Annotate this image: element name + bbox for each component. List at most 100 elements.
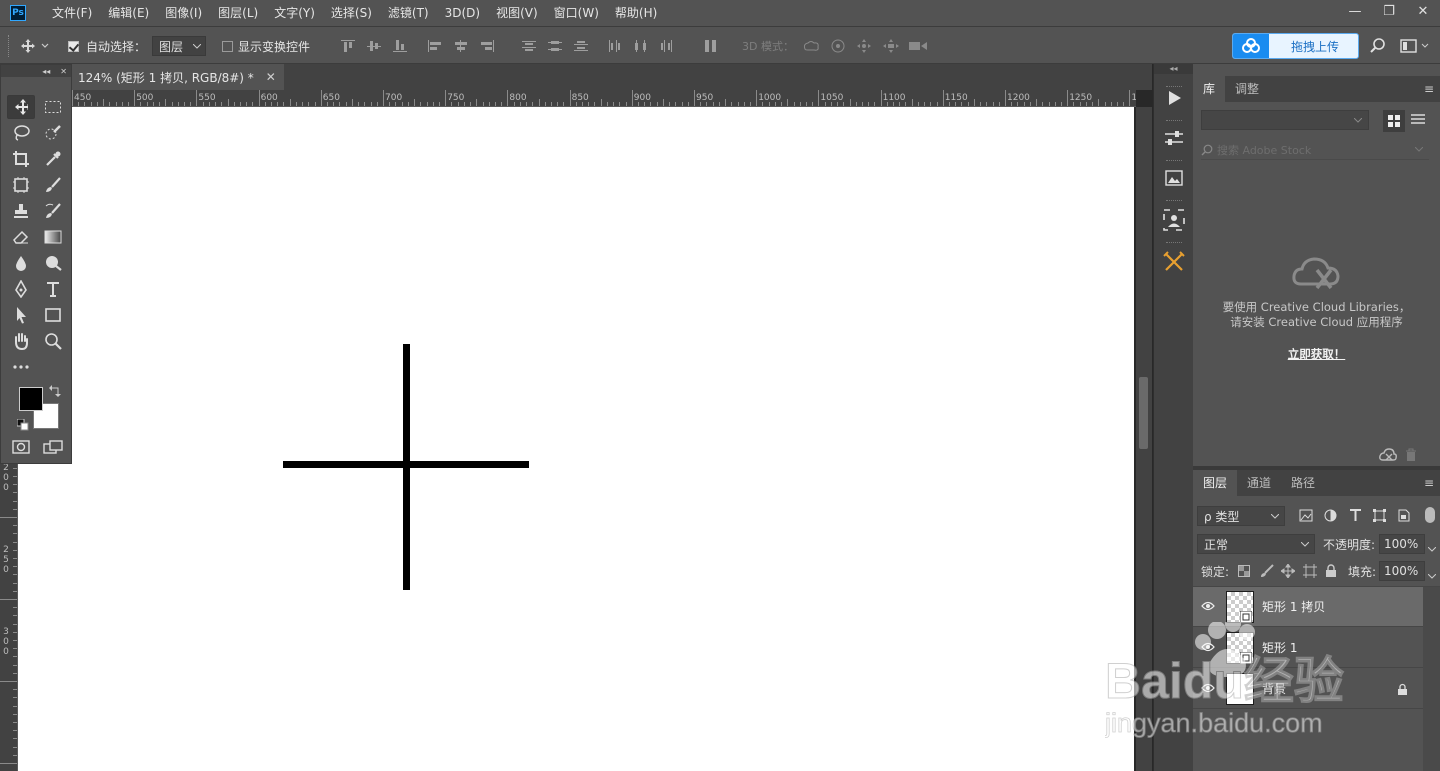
hand-tool[interactable] <box>7 329 35 353</box>
workspace-icon[interactable] <box>1400 37 1430 55</box>
menu-select[interactable]: 选择(S) <box>323 0 380 26</box>
show-transform-checkbox[interactable] <box>222 37 233 55</box>
align-left-icon[interactable] <box>428 40 442 52</box>
move-tool-preset-icon[interactable] <box>20 37 50 55</box>
image-panel-button[interactable] <box>1159 164 1189 192</box>
dock-collapse-icon[interactable]: ◂◂ <box>1154 64 1193 74</box>
dock-grip[interactable] <box>1166 120 1182 122</box>
layers-panel-menu-icon[interactable]: ≡ <box>1424 476 1434 490</box>
list-view-button[interactable] <box>1411 113 1425 130</box>
tab-layers[interactable]: 图层 <box>1193 470 1238 496</box>
drag-upload-button[interactable]: 拖拽上传 <box>1232 33 1359 59</box>
layers-scrollbar[interactable] <box>1423 587 1440 771</box>
filter-shape-layer-icon[interactable] <box>1373 509 1386 525</box>
layer-filter-dropdown[interactable]: ρ 类型 <box>1197 506 1285 526</box>
align-top-icon[interactable] <box>341 40 355 52</box>
dock-grip[interactable] <box>1166 200 1182 202</box>
align-bottom-icon[interactable] <box>393 40 407 52</box>
dock-grip[interactable] <box>1166 160 1182 162</box>
document-tab[interactable]: 124% (矩形 1 拷贝, RGB/8#) * ✕ <box>72 64 284 90</box>
zoom-tool[interactable] <box>39 329 67 353</box>
tab-adjustments[interactable]: 调整 <box>1225 76 1269 102</box>
dock-grip[interactable] <box>1166 242 1182 244</box>
filter-pixel-layer-icon[interactable] <box>1299 509 1313 525</box>
align-vcenter-icon[interactable] <box>367 40 381 52</box>
frame-tool[interactable] <box>7 173 35 197</box>
stock-search-field[interactable]: 搜索 Adobe Stock <box>1201 140 1429 160</box>
pen-tool[interactable] <box>7 277 35 301</box>
visibility-eye-icon[interactable] <box>1201 642 1215 652</box>
lock-image-pixels-icon[interactable] <box>1260 564 1274 581</box>
move-tool[interactable] <box>7 95 35 119</box>
3d-pan-icon[interactable] <box>856 37 872 55</box>
visibility-eye-icon[interactable] <box>1201 683 1215 693</box>
3d-slide-icon[interactable] <box>882 37 900 55</box>
distribute-vcenter-icon[interactable] <box>548 40 562 52</box>
screen-mode-button[interactable] <box>39 435 67 459</box>
opacity-input[interactable]: 100% <box>1379 534 1425 554</box>
default-colors-icon[interactable] <box>16 418 29 434</box>
menu-view[interactable]: 视图(V) <box>488 0 546 26</box>
history-brush-tool[interactable] <box>39 199 67 223</box>
distribute-hcenter-icon[interactable] <box>634 40 648 52</box>
filter-adjustment-layer-icon[interactable] <box>1324 509 1337 525</box>
tools-extension-button[interactable] <box>1159 248 1189 276</box>
auto-align-icon[interactable] <box>704 40 718 52</box>
delete-library-icon[interactable] <box>1405 448 1417 465</box>
menu-type[interactable]: 文字(Y) <box>266 0 323 26</box>
minimize-button[interactable]: — <box>1338 0 1372 22</box>
more-tools-button[interactable] <box>7 355 35 379</box>
library-dropdown[interactable] <box>1201 110 1369 130</box>
3d-roll-icon[interactable] <box>830 37 846 55</box>
distribute-left-icon[interactable] <box>608 40 622 52</box>
menu-file[interactable]: 文件(F) <box>44 0 100 26</box>
properties-panel-button[interactable] <box>1159 124 1189 152</box>
layer-row-rect1[interactable]: 矩形 1 <box>1193 628 1423 668</box>
menu-help[interactable]: 帮助(H) <box>607 0 665 26</box>
align-hcenter-icon[interactable] <box>454 40 468 52</box>
swap-colors-icon[interactable] <box>49 385 61 400</box>
opacity-chevron-icon[interactable] <box>1427 542 1437 556</box>
options-grip[interactable] <box>8 35 14 57</box>
menu-window[interactable]: 窗口(W) <box>546 0 607 26</box>
type-tool[interactable] <box>39 277 67 301</box>
layer-row-background[interactable]: 背景 <box>1193 669 1423 709</box>
close-window-button[interactable]: ✕ <box>1406 0 1440 22</box>
blend-mode-dropdown[interactable]: 正常 <box>1197 534 1315 554</box>
rectangle-1-copy-vertical-bar[interactable] <box>403 344 410 590</box>
tab-channels[interactable]: 通道 <box>1237 470 1281 496</box>
marquee-tool[interactable] <box>39 95 67 119</box>
rectangle-tool[interactable] <box>39 303 67 327</box>
menu-layer[interactable]: 图层(L) <box>210 0 266 26</box>
crop-tool[interactable] <box>7 147 35 171</box>
gradient-tool[interactable] <box>39 225 67 249</box>
scrollbar-thumb[interactable] <box>1139 377 1148 449</box>
canvas-vertical-scrollbar[interactable] <box>1136 107 1152 771</box>
close-panel-icon[interactable]: ✕ <box>60 67 67 76</box>
libraries-panel-button[interactable] <box>1159 206 1189 234</box>
restore-button[interactable]: ❐ <box>1372 0 1406 22</box>
eyedropper-tool[interactable] <box>39 147 67 171</box>
distribute-right-icon[interactable] <box>660 40 674 52</box>
foreground-color-swatch[interactable] <box>19 387 43 411</box>
filter-type-layer-icon[interactable] <box>1349 508 1362 525</box>
distribute-top-icon[interactable] <box>522 40 536 52</box>
grid-view-button[interactable] <box>1383 110 1405 132</box>
eraser-tool[interactable] <box>7 225 35 249</box>
dodge-tool[interactable] <box>39 251 67 275</box>
cloud-sync-status-icon[interactable] <box>1379 448 1397 465</box>
document-canvas[interactable] <box>18 107 1134 771</box>
collapse-icon[interactable]: ◂◂ <box>42 67 50 76</box>
blur-tool[interactable] <box>7 251 35 275</box>
3d-camera-icon[interactable] <box>908 37 928 55</box>
canvas-workspace[interactable] <box>18 107 1136 771</box>
quick-mask-button[interactable] <box>7 435 35 459</box>
path-selection-tool[interactable] <box>7 303 35 327</box>
filter-smart-object-icon[interactable] <box>1398 509 1410 525</box>
stamp-tool[interactable] <box>7 199 35 223</box>
quick-selection-tool[interactable] <box>39 121 67 145</box>
search-icon[interactable] <box>1370 37 1386 55</box>
visibility-eye-icon[interactable] <box>1201 601 1215 611</box>
lock-artboard-icon[interactable] <box>1303 564 1317 581</box>
menu-edit[interactable]: 编辑(E) <box>100 0 157 26</box>
